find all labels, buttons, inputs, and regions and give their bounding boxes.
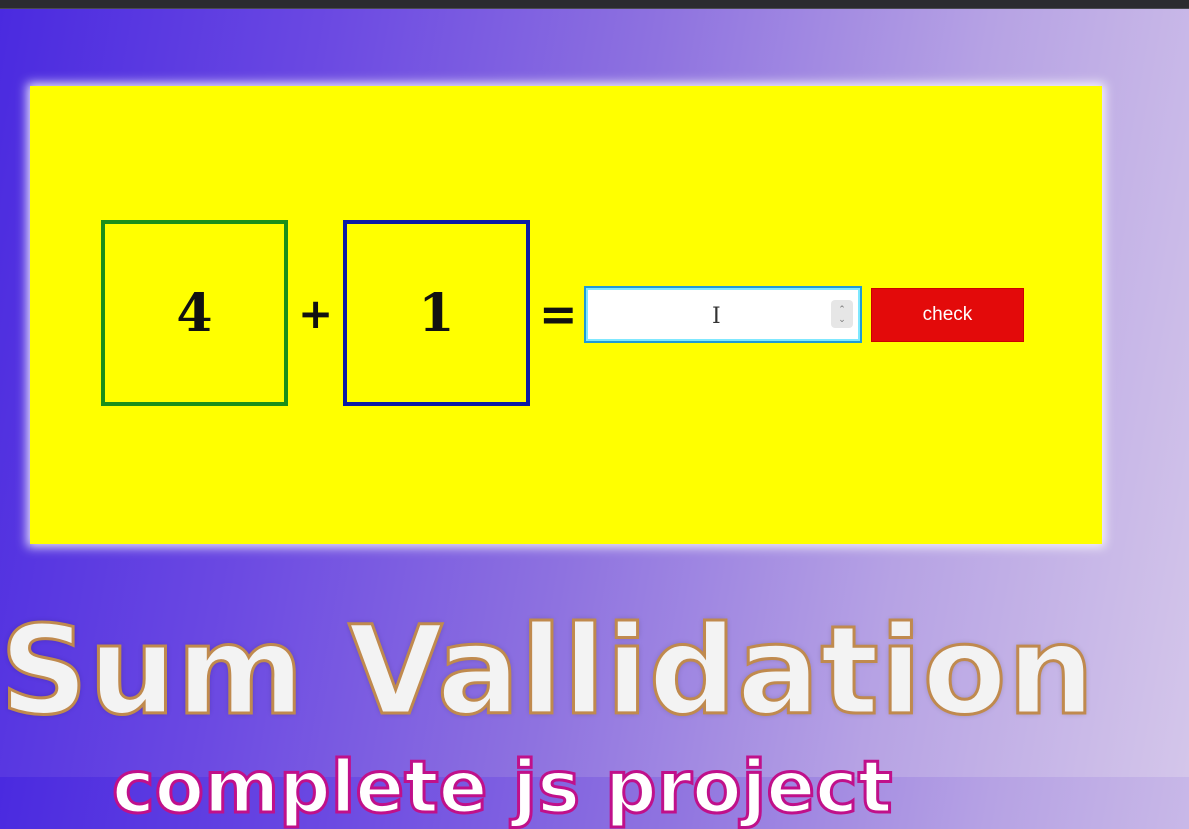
overlay-subtitle: complete js project bbox=[110, 744, 893, 829]
equation-panel: 4 + 1 = I ⌃ ⌄ check bbox=[30, 86, 1102, 544]
first-number-box: 4 bbox=[101, 220, 288, 406]
equals-sign: = bbox=[539, 287, 578, 341]
first-number: 4 bbox=[176, 282, 213, 344]
answer-input[interactable] bbox=[594, 293, 828, 336]
spinner-down-icon[interactable]: ⌄ bbox=[838, 314, 846, 324]
text-cursor-icon: I bbox=[712, 304, 721, 329]
overlay-title: Sum Vallidation bbox=[0, 599, 1096, 744]
plus-sign: + bbox=[298, 289, 334, 338]
second-number: 1 bbox=[418, 282, 455, 344]
second-number-box: 1 bbox=[343, 220, 530, 406]
number-spinner[interactable]: ⌃ ⌄ bbox=[831, 300, 853, 328]
spinner-up-icon[interactable]: ⌃ bbox=[838, 304, 846, 314]
window-top-bar bbox=[0, 0, 1189, 9]
answer-field[interactable]: I ⌃ ⌄ bbox=[584, 286, 862, 343]
check-button[interactable]: check bbox=[871, 288, 1024, 342]
